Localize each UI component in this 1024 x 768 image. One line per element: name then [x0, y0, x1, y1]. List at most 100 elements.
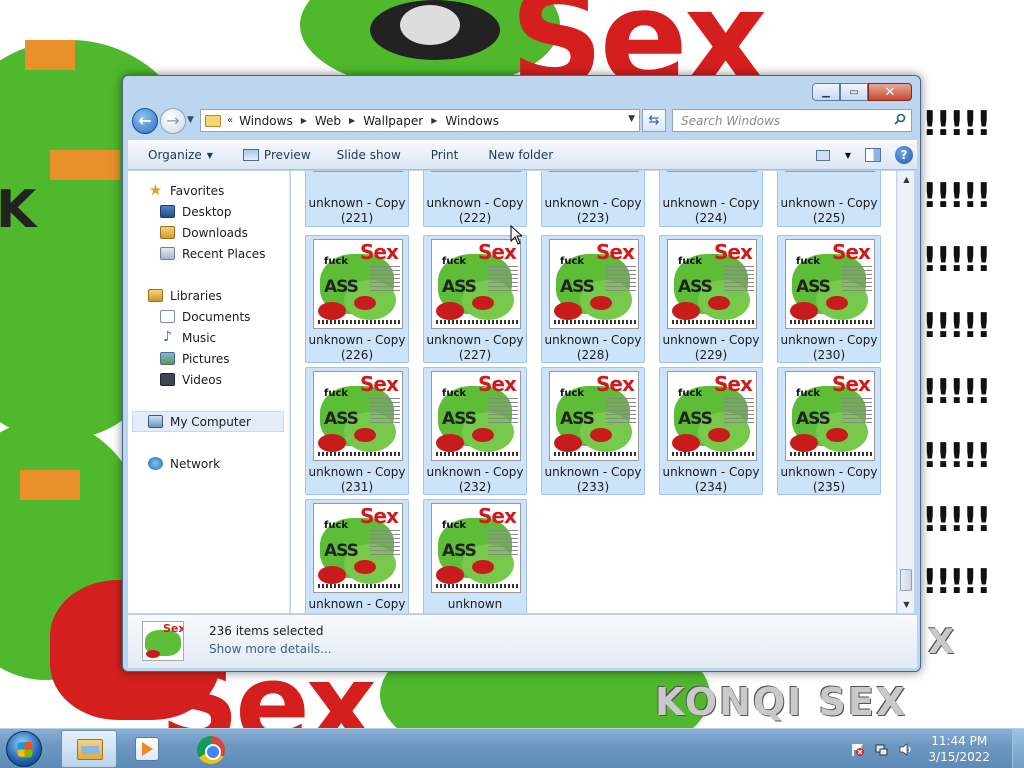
- file-name: unknown - Copy: [662, 333, 760, 347]
- file-name: unknown - Copy: [662, 196, 760, 210]
- file-name: unknown - Copy: [662, 465, 760, 479]
- file-number: (226): [340, 348, 374, 362]
- volume-icon[interactable]: [898, 742, 913, 757]
- vertical-scrollbar[interactable]: ▲ ▼: [897, 171, 914, 613]
- search-icon[interactable]: [894, 113, 906, 125]
- file-tile[interactable]: Sex fuck ASS unknown - Copy: [305, 499, 409, 613]
- file-name: unknown - Copy: [426, 333, 524, 347]
- file-tile[interactable]: Sex fuck ASS unknown - Copy (232): [423, 367, 527, 495]
- file-tile[interactable]: unknown - Copy (222): [423, 171, 527, 227]
- file-tile[interactable]: Sex fuck ASS unknown - Copy (228): [541, 235, 645, 363]
- file-tile[interactable]: Sex fuck ASS unknown - Copy (230): [777, 235, 881, 363]
- file-name: unknown - Copy: [308, 333, 406, 347]
- file-tile[interactable]: unknown - Copy (224): [659, 171, 763, 227]
- address-bar[interactable]: « Windows ▶ Web ▶ Wallpaper ▶ Windows ▼: [200, 109, 640, 132]
- file-tile[interactable]: Sex fuck ASS unknown - Copy (235): [777, 367, 881, 495]
- nav-desktop[interactable]: Desktop: [160, 201, 232, 222]
- breadcrumb-arrow-icon[interactable]: ▶: [431, 116, 437, 125]
- file-tile[interactable]: unknown - Copy (221): [305, 171, 409, 227]
- nav-downloads[interactable]: Downloads: [160, 222, 248, 243]
- show-more-details-link[interactable]: Show more details...: [209, 642, 332, 656]
- print-button[interactable]: Print: [411, 141, 469, 169]
- forward-button[interactable]: →: [160, 108, 186, 134]
- file-number: (224): [694, 211, 728, 225]
- start-button[interactable]: [6, 731, 42, 767]
- nav-recent-places[interactable]: Recent Places: [160, 243, 265, 264]
- file-number: (232): [458, 480, 492, 494]
- show-desktop-button[interactable]: [1012, 729, 1024, 768]
- scroll-down-arrow-icon[interactable]: ▼: [898, 596, 915, 613]
- back-button[interactable]: ←: [132, 108, 158, 134]
- file-tile[interactable]: unknown - Copy (225): [777, 171, 881, 227]
- file-tile[interactable]: Sex fuck ASS unknown - Copy (227): [423, 235, 527, 363]
- file-thumbnail: Sex fuck ASS: [667, 371, 757, 461]
- file-thumbnail: Sex fuck ASS: [549, 371, 639, 461]
- recent-places-icon: [160, 247, 175, 260]
- nav-music[interactable]: ♪ Music: [160, 327, 216, 348]
- file-thumbnail: [313, 171, 403, 172]
- nav-network[interactable]: Network: [148, 453, 220, 474]
- file-tile[interactable]: unknown - Copy (223): [541, 171, 645, 227]
- command-bar-right: ▼ ?: [815, 141, 913, 169]
- computer-icon: [148, 415, 163, 428]
- breadcrumb-web[interactable]: Web: [315, 114, 341, 128]
- file-name: unknown - Copy: [308, 196, 406, 210]
- preview-pane-icon[interactable]: [865, 148, 881, 162]
- scroll-up-arrow-icon[interactable]: ▲: [898, 171, 915, 188]
- file-name: unknown - Copy: [308, 465, 406, 479]
- action-center-flag-icon[interactable]: [850, 742, 865, 757]
- network-icon[interactable]: [874, 742, 889, 757]
- file-tile[interactable]: Sex fuck ASS unknown - Copy (226): [305, 235, 409, 363]
- file-thumbnail: Sex fuck ASS: [313, 503, 403, 593]
- breadcrumb-windows-current[interactable]: Windows: [445, 114, 499, 128]
- taskbar-chrome-button[interactable]: [184, 730, 240, 768]
- nav-downloads-label: Downloads: [182, 225, 248, 240]
- close-button[interactable]: ✕: [868, 83, 912, 101]
- file-tile[interactable]: Sex fuck ASS unknown: [423, 499, 527, 613]
- breadcrumb-arrow-icon[interactable]: ▶: [301, 116, 307, 125]
- file-tile[interactable]: Sex fuck ASS unknown - Copy (234): [659, 367, 763, 495]
- nav-documents[interactable]: Documents: [160, 306, 250, 327]
- breadcrumb-arrow-icon[interactable]: ▶: [349, 116, 355, 125]
- organize-button[interactable]: Organize ▼: [128, 141, 223, 169]
- wallpaper-orange-shape: [25, 40, 75, 70]
- file-thumbnail: Sex fuck ASS: [313, 239, 403, 329]
- file-thumbnail: Sex fuck ASS: [549, 239, 639, 329]
- nav-my-computer[interactable]: My Computer: [132, 411, 284, 432]
- nav-libraries[interactable]: Libraries: [148, 285, 222, 306]
- windows-logo-icon: [17, 741, 33, 758]
- clock[interactable]: 11:44 PM 3/15/2022: [928, 733, 990, 765]
- view-options-chevron-icon[interactable]: ▼: [845, 151, 851, 160]
- taskbar-explorer-button[interactable]: [61, 730, 117, 768]
- taskbar-media-player-button[interactable]: [120, 730, 176, 768]
- nav-pictures[interactable]: Pictures: [160, 348, 230, 369]
- minimize-button[interactable]: ▁: [812, 83, 840, 101]
- breadcrumb-overflow[interactable]: «: [227, 115, 233, 126]
- file-tile[interactable]: Sex fuck ASS unknown - Copy (233): [541, 367, 645, 495]
- documents-icon: [160, 310, 175, 323]
- address-row: ← → ▼ « Windows ▶ Web ▶ Wallpaper ▶ Wind…: [129, 107, 914, 135]
- breadcrumb-windows[interactable]: Windows: [239, 114, 293, 128]
- help-icon[interactable]: ?: [895, 146, 913, 164]
- file-thumbnail: Sex fuck ASS: [785, 239, 875, 329]
- file-tile[interactable]: Sex fuck ASS unknown - Copy (231): [305, 367, 409, 495]
- preview-button[interactable]: Preview: [223, 141, 321, 169]
- file-thumbnail: Sex fuck ASS: [431, 503, 521, 593]
- nav-videos[interactable]: Videos: [160, 369, 222, 390]
- search-input[interactable]: [679, 110, 889, 131]
- maximize-button[interactable]: ▭: [840, 83, 868, 101]
- refresh-button[interactable]: ⇆: [642, 109, 666, 132]
- address-dropdown-icon[interactable]: ▼: [628, 114, 635, 124]
- new-folder-button[interactable]: New folder: [468, 141, 563, 169]
- nav-pictures-label: Pictures: [182, 351, 230, 366]
- file-tile[interactable]: Sex fuck ASS unknown - Copy (229): [659, 235, 763, 363]
- scrollbar-thumb[interactable]: [900, 569, 912, 591]
- nav-favorites[interactable]: ★ Favorites: [148, 180, 224, 201]
- slide-show-button[interactable]: Slide show: [321, 141, 411, 169]
- chrome-icon: [197, 736, 225, 764]
- wallpaper-orange-shape: [50, 150, 120, 180]
- recent-pages-dropdown-icon[interactable]: ▼: [187, 115, 194, 125]
- file-thumbnail: [549, 171, 639, 172]
- change-view-icon[interactable]: [815, 149, 830, 161]
- breadcrumb-wallpaper[interactable]: Wallpaper: [363, 114, 423, 128]
